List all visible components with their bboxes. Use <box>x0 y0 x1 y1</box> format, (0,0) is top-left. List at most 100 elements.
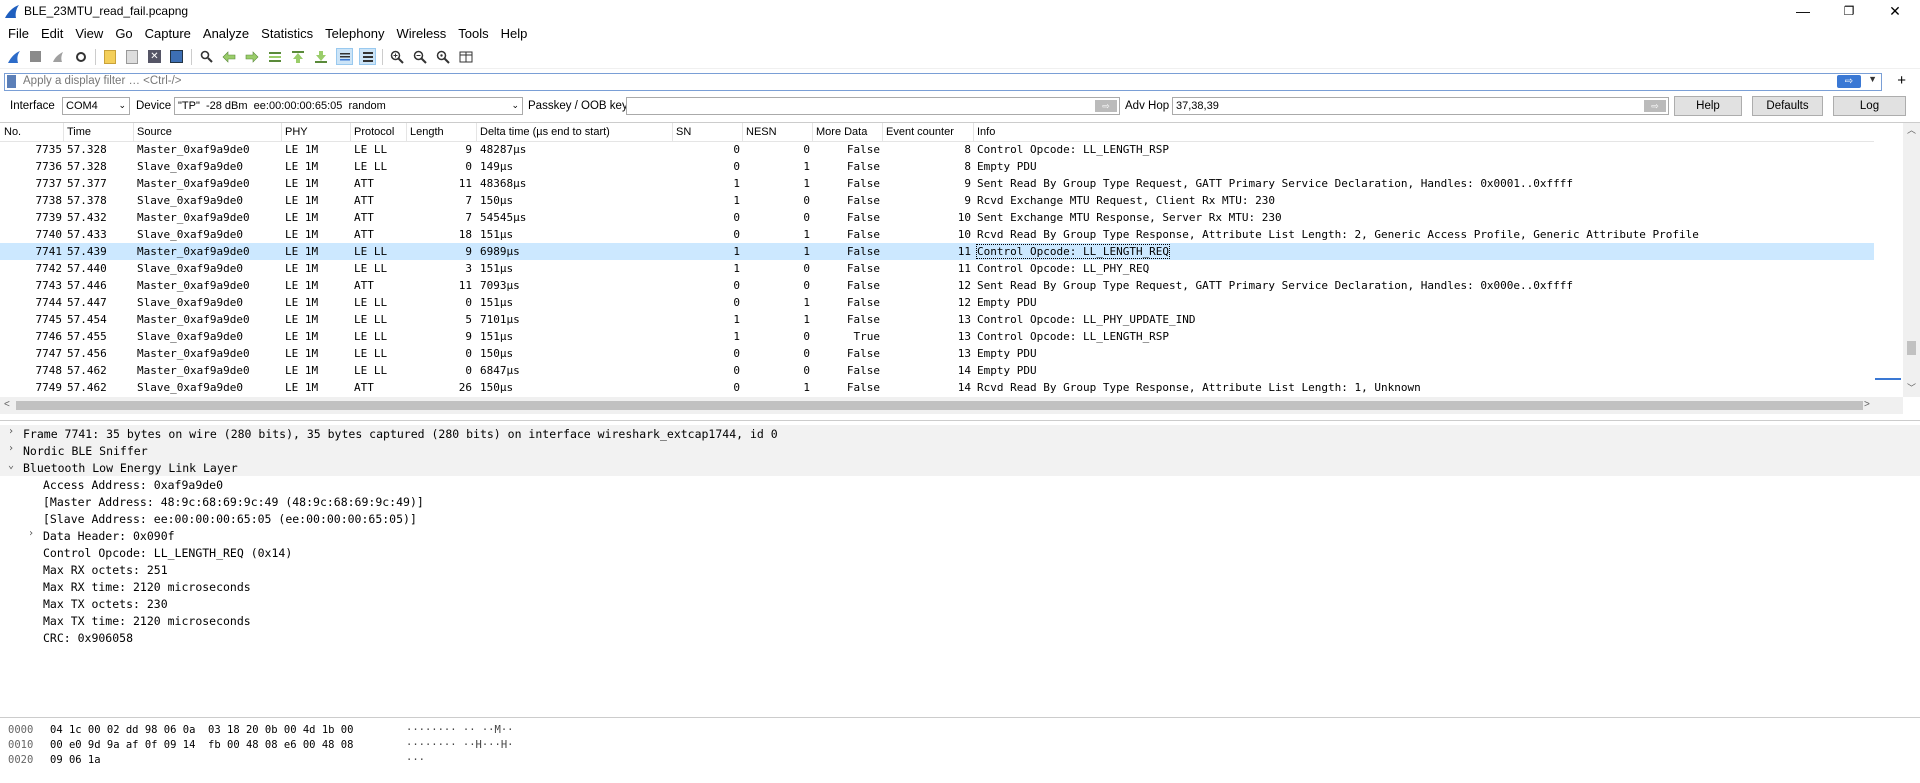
scroll-right-icon[interactable]: > <box>1864 399 1870 410</box>
back-icon[interactable] <box>220 48 237 65</box>
expand-arrow-icon[interactable]: › <box>28 528 34 539</box>
menu-wireless[interactable]: Wireless <box>390 24 452 44</box>
arrow-right-icon[interactable]: ⇨ <box>1095 100 1117 112</box>
close-button[interactable]: ✕ <box>1872 0 1918 22</box>
options-icon[interactable] <box>72 48 89 65</box>
menu-view[interactable]: View <box>69 24 109 44</box>
menu-capture[interactable]: Capture <box>139 24 197 44</box>
packet-row[interactable]: 7740 57.433 Slave_0xaf9a9de0 LE 1M ATT 18 151µ… <box>0 226 1874 243</box>
passkey-input[interactable]: ⇨ <box>626 97 1120 115</box>
autoscroll-icon[interactable] <box>336 48 353 65</box>
col-sn[interactable]: SN <box>676 126 691 138</box>
first-packet-icon[interactable] <box>289 48 306 65</box>
colorize-icon[interactable] <box>359 48 376 65</box>
detail-row[interactable]: CRC: 0x906058 <box>0 629 1920 646</box>
detail-row[interactable]: Max TX octets: 230 <box>0 595 1920 612</box>
detail-row[interactable]: Control Opcode: LL_LENGTH_REQ (0x14) <box>0 544 1920 561</box>
packet-row[interactable]: 7747 57.456 Master_0xaf9a9de0 LE 1M LE LL 0 15… <box>0 345 1874 362</box>
packet-row[interactable]: 7745 57.454 Master_0xaf9a9de0 LE 1M LE LL 5 71… <box>0 311 1874 328</box>
detail-row[interactable]: [Master Address: 48:9c:68:69:9c:49 (48:9… <box>0 493 1920 510</box>
detail-row[interactable]: Max RX time: 2120 microseconds <box>0 578 1920 595</box>
menu-telephony[interactable]: Telephony <box>319 24 390 44</box>
help-button[interactable]: Help <box>1674 96 1742 116</box>
packet-row[interactable]: 7746 57.455 Slave_0xaf9a9de0 LE 1M LE LL 9 151… <box>0 328 1874 345</box>
detail-row[interactable]: › Frame 7741: 35 bytes on wire (280 bits)… <box>0 425 1920 442</box>
go-to-packet-icon[interactable] <box>266 48 283 65</box>
packet-row[interactable]: 7737 57.377 Master_0xaf9a9de0 LE 1M ATT 11 483… <box>0 175 1874 192</box>
minimize-button[interactable]: — <box>1780 0 1826 22</box>
packet-row[interactable]: 7748 57.462 Master_0xaf9a9de0 LE 1M LE LL 0 68… <box>0 362 1874 379</box>
expand-arrow-icon[interactable]: › <box>8 426 14 437</box>
packet-minimap[interactable] <box>1874 141 1903 397</box>
restore-button[interactable]: ❐ <box>1826 0 1872 22</box>
interface-select[interactable]: COM4 ⌄ <box>62 97 130 115</box>
find-icon[interactable] <box>198 48 215 65</box>
scroll-left-icon[interactable]: < <box>4 399 10 410</box>
col-source[interactable]: Source <box>137 126 172 138</box>
vscroll-thumb[interactable] <box>1907 341 1916 355</box>
col-length[interactable]: Length <box>410 126 444 138</box>
menu-go[interactable]: Go <box>109 24 138 44</box>
detail-row[interactable]: [Slave Address: ee:00:00:00:65:05 (ee:00… <box>0 510 1920 527</box>
packet-row[interactable]: 7743 57.446 Master_0xaf9a9de0 LE 1M ATT 11 709… <box>0 277 1874 294</box>
log-button[interactable]: Log <box>1833 96 1906 116</box>
stop-icon[interactable] <box>27 48 44 65</box>
collapse-arrow-icon[interactable]: ⌄ <box>8 460 14 471</box>
menu-tools[interactable]: Tools <box>452 24 494 44</box>
reload-icon[interactable] <box>168 48 185 65</box>
add-filter-button[interactable]: + <box>1897 72 1906 89</box>
menu-file[interactable]: File <box>0 24 35 44</box>
zoom-in-icon[interactable] <box>388 48 405 65</box>
save-file-icon[interactable] <box>123 48 140 65</box>
hscroll-thumb[interactable] <box>16 401 1863 410</box>
shark-fin-start-icon[interactable] <box>5 48 22 65</box>
scroll-down-icon[interactable]: ﹀ <box>1903 381 1920 397</box>
detail-row[interactable]: Max TX time: 2120 microseconds <box>0 612 1920 629</box>
packet-list-hscroll[interactable]: < > <box>0 397 1903 414</box>
zoom-reset-icon[interactable] <box>434 48 451 65</box>
restart-icon[interactable] <box>49 48 66 65</box>
menu-statistics[interactable]: Statistics <box>255 24 319 44</box>
menu-edit[interactable]: Edit <box>35 24 69 44</box>
col-protocol[interactable]: Protocol <box>354 126 394 138</box>
packet-row[interactable]: 7736 57.328 Slave_0xaf9a9de0 LE 1M LE LL 0 149… <box>0 158 1874 175</box>
col-phy[interactable]: PHY <box>285 126 308 138</box>
col-no[interactable]: No. <box>4 126 21 138</box>
chevron-down-icon[interactable]: ▼ <box>1868 74 1877 84</box>
zoom-out-icon[interactable] <box>411 48 428 65</box>
packet-list-vscroll[interactable]: ︿ ﹀ <box>1903 123 1920 397</box>
packet-row[interactable]: 7742 57.440 Slave_0xaf9a9de0 LE 1M LE LL 3 151… <box>0 260 1874 277</box>
packet-row[interactable]: 7749 57.462 Slave_0xaf9a9de0 LE 1M ATT 26 150µ… <box>0 379 1874 396</box>
packet-row[interactable]: 7741 57.439 Master_0xaf9a9de0 LE 1M LE LL 9 69… <box>0 243 1874 260</box>
detail-row[interactable]: Access Address: 0xaf9a9de0 <box>0 476 1920 493</box>
scroll-up-icon[interactable]: ︿ <box>1903 123 1920 139</box>
packet-row[interactable]: 7735 57.328 Master_0xaf9a9de0 LE 1M LE LL 9 48… <box>0 141 1874 158</box>
bookmark-icon[interactable] <box>7 75 16 88</box>
device-select[interactable]: "TP" -28 dBm ee:00:00:00:65:05 random ⌄ <box>174 97 523 115</box>
col-delta[interactable]: Delta time (µs end to start) <box>480 126 610 138</box>
defaults-button[interactable]: Defaults <box>1752 96 1823 116</box>
forward-icon[interactable] <box>243 48 260 65</box>
col-info[interactable]: Info <box>977 126 995 138</box>
packet-row[interactable]: 7744 57.447 Slave_0xaf9a9de0 LE 1M LE LL 0 151… <box>0 294 1874 311</box>
last-packet-icon[interactable] <box>312 48 329 65</box>
col-nesn[interactable]: NESN <box>746 126 777 138</box>
packet-row[interactable]: 7738 57.378 Slave_0xaf9a9de0 LE 1M ATT 7 150µs… <box>0 192 1874 209</box>
col-time[interactable]: Time <box>67 126 91 138</box>
detail-row[interactable]: › Data Header: 0x090f <box>0 527 1920 544</box>
open-file-icon[interactable] <box>101 48 118 65</box>
display-filter-input[interactable]: Apply a display filter … <Ctrl-/> ⇨ ▼ <box>4 73 1882 91</box>
detail-row[interactable]: Max RX octets: 251 <box>0 561 1920 578</box>
detail-row[interactable]: › Nordic BLE Sniffer <box>0 442 1920 459</box>
menu-help[interactable]: Help <box>495 24 534 44</box>
arrow-right-icon[interactable]: ⇨ <box>1644 100 1666 112</box>
resize-columns-icon[interactable] <box>457 48 474 65</box>
col-event-counter[interactable]: Event counter <box>886 126 954 138</box>
close-file-icon[interactable]: ✕ <box>146 48 163 65</box>
detail-row[interactable]: ⌄ Bluetooth Low Energy Link Layer <box>0 459 1920 476</box>
menu-analyze[interactable]: Analyze <box>197 24 255 44</box>
packet-row[interactable]: 7739 57.432 Master_0xaf9a9de0 LE 1M ATT 7 5454… <box>0 209 1874 226</box>
expand-arrow-icon[interactable]: › <box>8 443 14 454</box>
apply-filter-button[interactable]: ⇨ <box>1837 75 1861 88</box>
col-more-data[interactable]: More Data <box>816 126 867 138</box>
